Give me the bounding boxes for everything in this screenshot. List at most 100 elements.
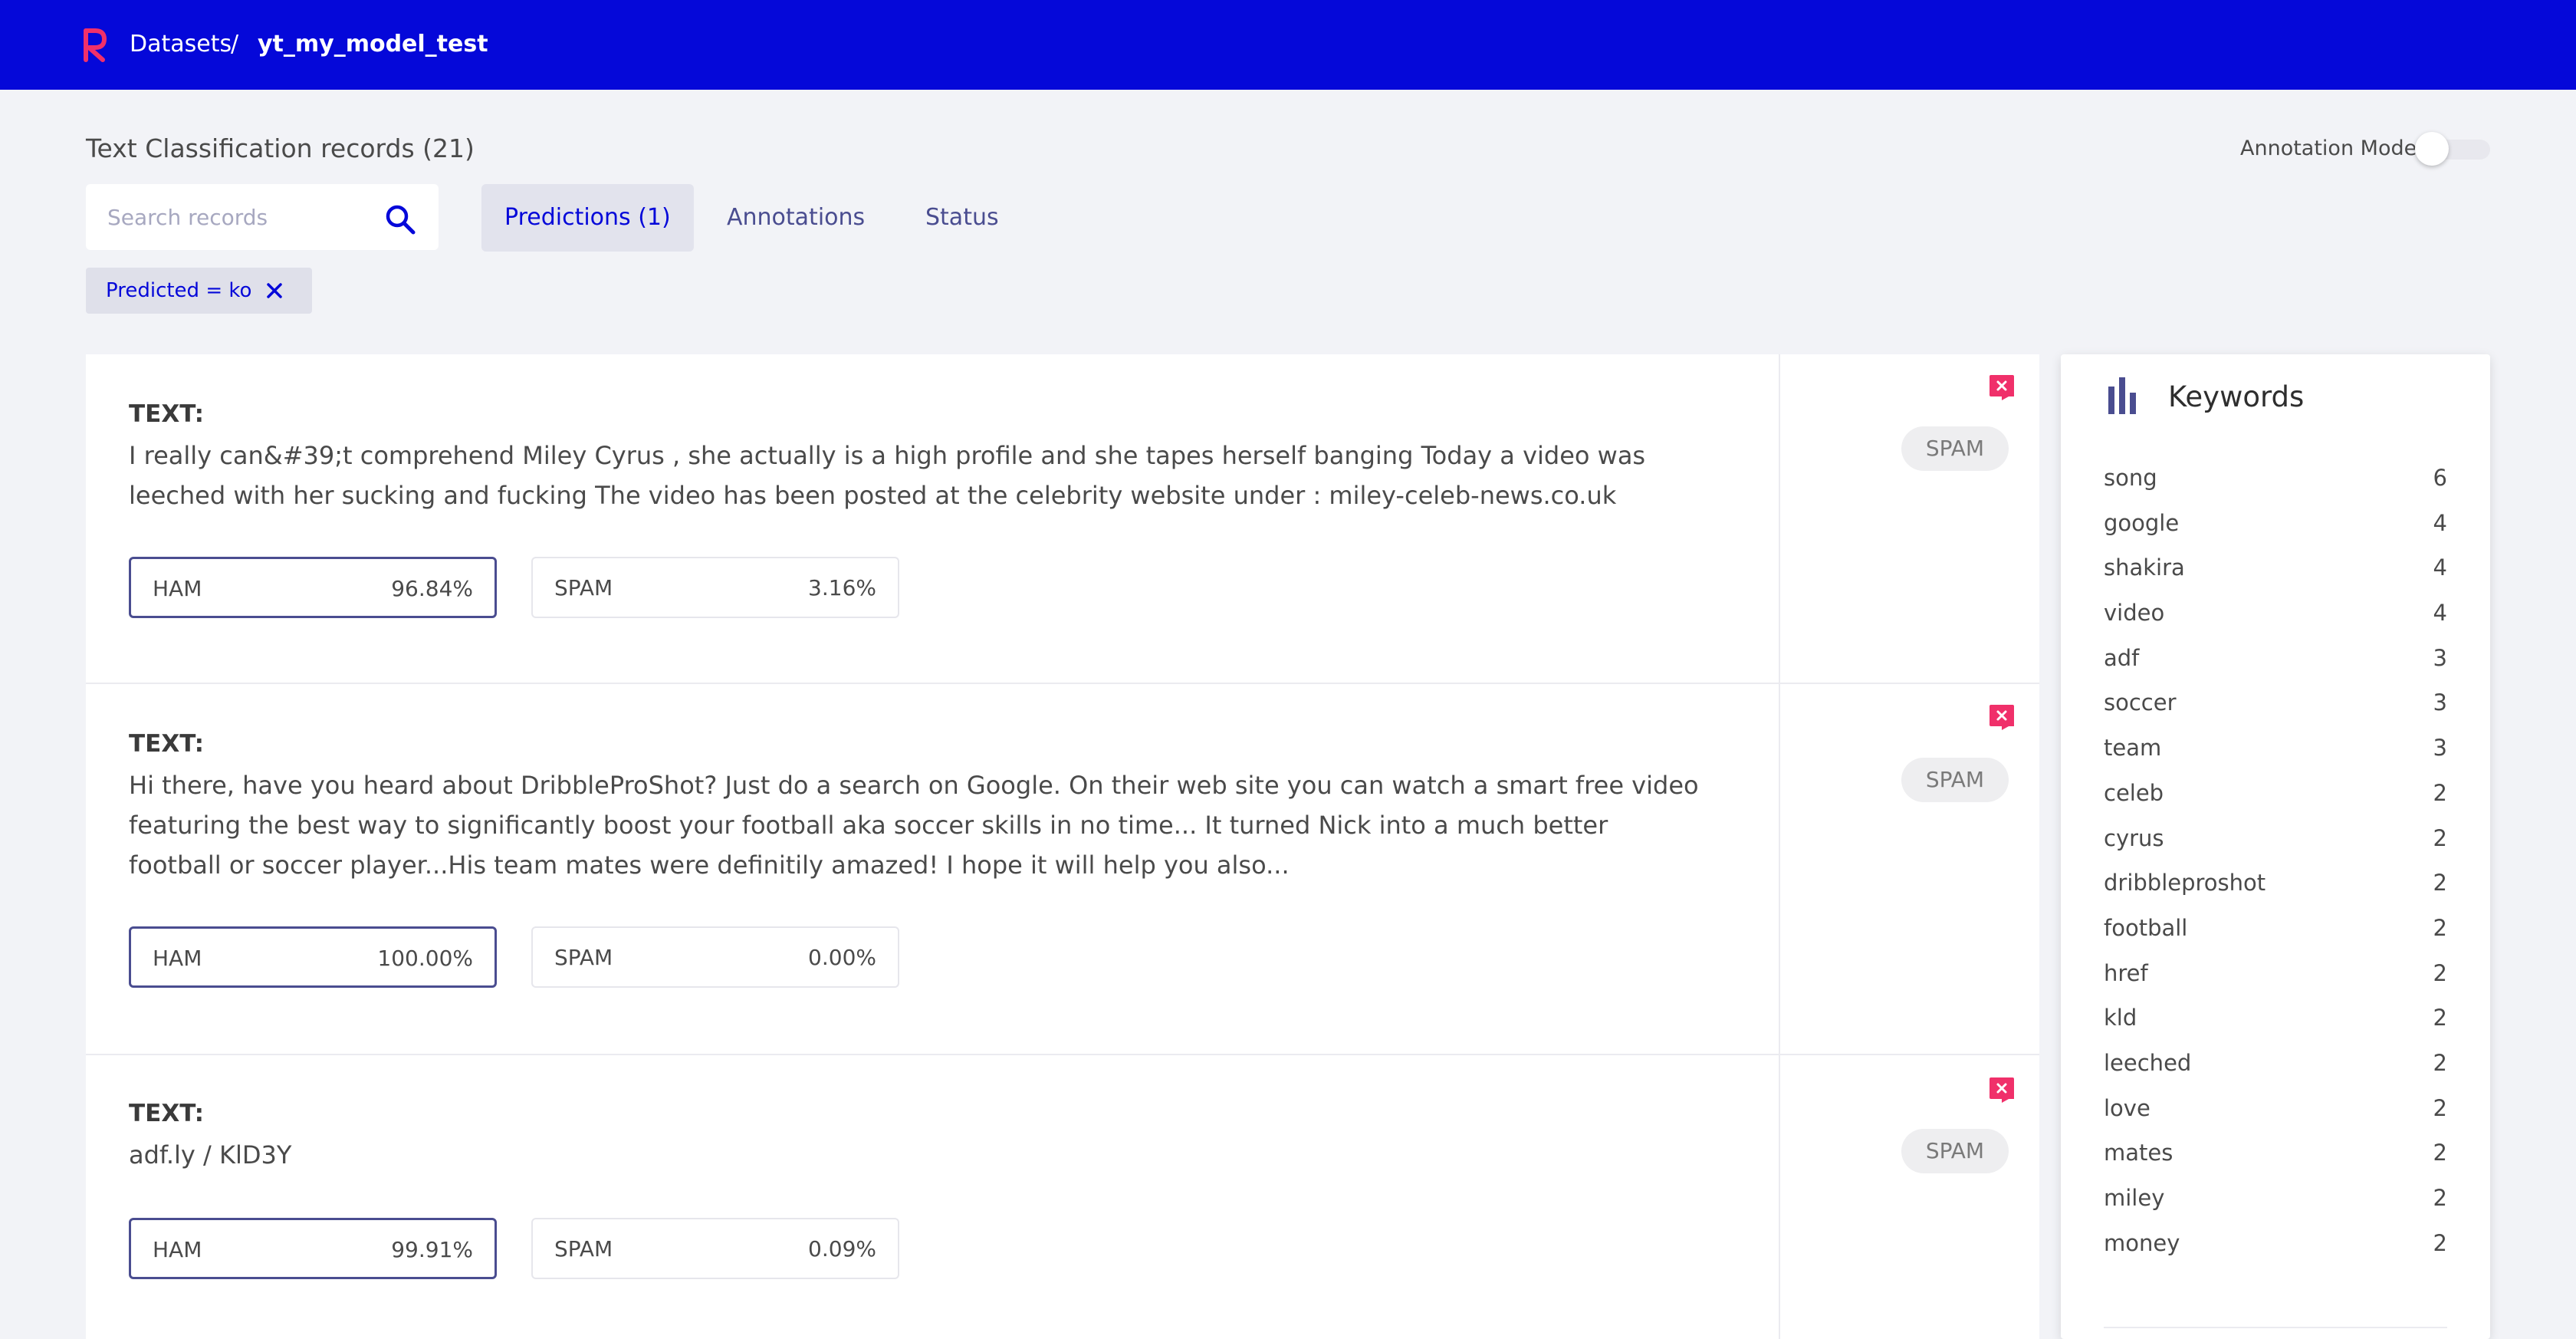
keyword-name: dribbleproshot	[2104, 870, 2266, 897]
prediction-score: 3.16%	[808, 575, 876, 600]
prediction-spam[interactable]: SPAM 0.00%	[531, 926, 899, 988]
keyword-name: google	[2104, 509, 2180, 536]
prediction-score: 99.91%	[391, 1237, 473, 1262]
keyword-count: 3	[2433, 735, 2447, 762]
prediction-score: 96.84%	[391, 576, 473, 601]
annotation-mode-label: Annotation Mode	[2240, 137, 2417, 160]
record-divider	[1779, 1055, 1780, 1339]
keyword-item[interactable]: video 4	[2104, 600, 2447, 645]
record-card: TEXT: adf.ly / KlD3Y HAM 99.91% SPAM 0.0…	[86, 1055, 2039, 1339]
prediction-score: 100.00%	[377, 946, 473, 971]
search-input[interactable]	[106, 199, 370, 235]
annotation-badge: SPAM	[1901, 426, 2009, 471]
keyword-name: team	[2104, 735, 2162, 762]
keyword-count: 2	[2433, 959, 2447, 986]
prediction-spam[interactable]: SPAM 0.09%	[531, 1218, 899, 1279]
keyword-count: 2	[2433, 870, 2447, 897]
keyword-item[interactable]: celeb 2	[2104, 780, 2447, 825]
keyword-name: kld	[2104, 1005, 2137, 1031]
bar-chart-icon	[2108, 377, 2136, 414]
keyword-item[interactable]: money 2	[2104, 1230, 2447, 1275]
keyword-name: shakira	[2104, 554, 2185, 581]
search-box	[86, 184, 439, 250]
keyword-name: href	[2104, 959, 2148, 986]
keyword-count: 2	[2433, 1140, 2447, 1166]
keywords-title: Keywords	[2168, 380, 2305, 413]
record-divider	[1779, 354, 1780, 683]
records-list: TEXT: I really can&#39;t comprehend Mile…	[86, 354, 2039, 1339]
prediction-label: HAM	[153, 576, 202, 601]
keyword-count: 2	[2433, 1229, 2447, 1256]
keyword-item[interactable]: dribbleproshot 2	[2104, 870, 2447, 915]
tab-status[interactable]: Status	[925, 184, 999, 252]
keyword-name: adf	[2104, 644, 2140, 671]
flag-icon[interactable]	[1989, 374, 2015, 400]
keyword-name: song	[2104, 465, 2157, 491]
record-text: Hi there, have you heard about DribblePr…	[129, 771, 1699, 880]
keyword-name: soccer	[2104, 689, 2177, 716]
keyword-count: 2	[2433, 1185, 2447, 1211]
close-icon[interactable]	[264, 280, 285, 301]
keyword-name: celeb	[2104, 779, 2164, 806]
annotation-badge: SPAM	[1901, 758, 2009, 802]
keyword-name: football	[2104, 914, 2188, 941]
annotation-mode-toggle[interactable]	[2415, 132, 2492, 166]
keyword-name: money	[2104, 1229, 2180, 1256]
record-text: adf.ly / KlD3Y	[129, 1140, 292, 1170]
keyword-name: video	[2104, 600, 2165, 627]
keyword-item[interactable]: love 2	[2104, 1095, 2447, 1140]
annotation-badge: SPAM	[1901, 1129, 2009, 1173]
prediction-spam[interactable]: SPAM 3.16%	[531, 557, 899, 618]
keyword-item[interactable]: shakira 4	[2104, 554, 2447, 600]
keyword-count: 4	[2433, 600, 2447, 627]
keyword-name: love	[2104, 1094, 2150, 1121]
keyword-item[interactable]: football 2	[2104, 915, 2447, 960]
keyword-name: mates	[2104, 1140, 2174, 1166]
prediction-label: SPAM	[554, 945, 613, 970]
keyword-item[interactable]: mates 2	[2104, 1140, 2447, 1185]
flag-icon[interactable]	[1989, 1077, 2015, 1103]
prediction-label: SPAM	[554, 575, 613, 600]
prediction-ham[interactable]: HAM 99.91%	[129, 1218, 497, 1279]
filter-chip-label: Predicted = ko	[106, 279, 252, 302]
keyword-item[interactable]: google 4	[2104, 510, 2447, 555]
flag-icon[interactable]	[1989, 704, 2015, 730]
app-logo-icon[interactable]	[83, 28, 107, 63]
prediction-label: HAM	[153, 946, 202, 971]
breadcrumb-dataset-name: yt_my_model_test	[258, 31, 488, 58]
prediction-label: SPAM	[554, 1236, 613, 1262]
keyword-count: 2	[2433, 1049, 2447, 1076]
prediction-ham[interactable]: HAM 100.00%	[129, 926, 497, 988]
breadcrumb-separator: /	[231, 31, 239, 58]
keywords-panel: Keywords song 6 google 4 shakira 4 video 4 adf 3 s…	[2061, 354, 2490, 1339]
prediction-label: HAM	[153, 1237, 202, 1262]
record-card: TEXT: I really can&#39;t comprehend Mile…	[86, 354, 2039, 684]
keyword-count: 2	[2433, 779, 2447, 806]
text-field-label: TEXT:	[129, 1100, 205, 1127]
keyword-name: leeched	[2104, 1049, 2192, 1076]
prediction-ham[interactable]: HAM 96.84%	[129, 557, 497, 618]
toggle-knob	[2415, 132, 2449, 166]
text-field-label: TEXT:	[129, 730, 205, 758]
keyword-item[interactable]: kld 2	[2104, 1005, 2447, 1050]
keyword-item[interactable]: leeched 2	[2104, 1050, 2447, 1095]
keyword-name: cyrus	[2104, 824, 2164, 851]
keyword-item[interactable]: adf 3	[2104, 645, 2447, 690]
keyword-item[interactable]: cyrus 2	[2104, 825, 2447, 870]
keywords-divider	[2104, 1327, 2447, 1328]
keyword-item[interactable]: song 6	[2104, 465, 2447, 510]
tab-predictions[interactable]: Predictions (1)	[481, 184, 694, 252]
tab-annotations[interactable]: Annotations	[727, 184, 865, 252]
keywords-list: song 6 google 4 shakira 4 video 4 adf 3 soccer 3 tea…	[2104, 465, 2447, 1275]
filter-chip[interactable]: Predicted = ko	[86, 268, 312, 314]
search-icon[interactable]	[383, 202, 417, 236]
prediction-score: 0.00%	[808, 945, 876, 970]
page-title: Text Classification records (21)	[86, 133, 475, 163]
keyword-count: 3	[2433, 644, 2447, 671]
breadcrumb-datasets-link[interactable]: Datasets	[130, 31, 232, 58]
keyword-item[interactable]: soccer 3	[2104, 689, 2447, 735]
keyword-item[interactable]: team 3	[2104, 735, 2447, 780]
keyword-item[interactable]: miley 2	[2104, 1185, 2447, 1230]
keyword-item[interactable]: href 2	[2104, 960, 2447, 1005]
keyword-count: 4	[2433, 509, 2447, 536]
